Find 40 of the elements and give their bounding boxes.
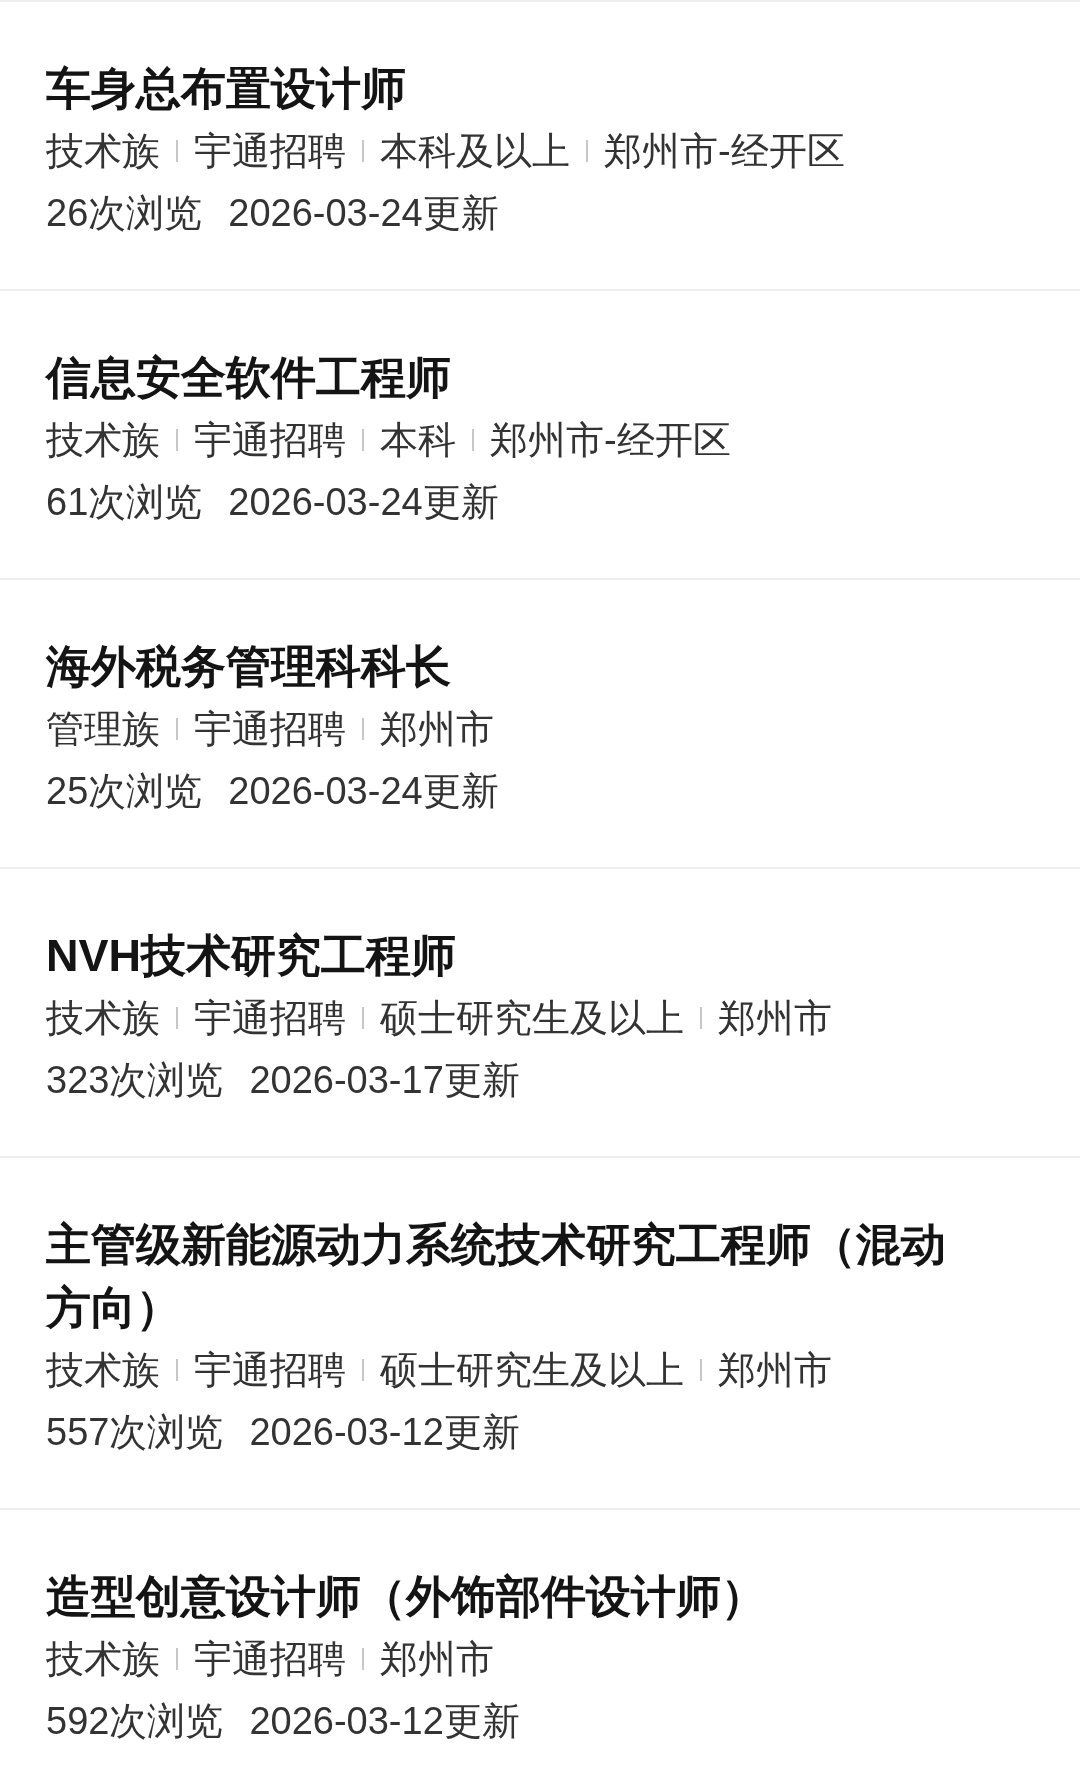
job-title[interactable]: 海外税务管理科科长 (46, 635, 1034, 698)
view-count: 592次浏览 (46, 1698, 224, 1744)
job-tag: 硕士研究生及以上 (380, 992, 684, 1044)
update-date: 2026-03-24更新 (228, 479, 499, 525)
job-tag: 宇通招聘 (194, 992, 346, 1044)
job-title[interactable]: 信息安全软件工程师 (46, 346, 1034, 409)
job-tag: 郑州市 (380, 703, 494, 755)
view-count: 25次浏览 (46, 768, 203, 814)
job-tag: 技术族 (46, 414, 160, 466)
job-tag: 郑州市-经开区 (604, 125, 845, 177)
job-tag: 宇通招聘 (194, 1633, 346, 1685)
update-date: 2026-03-17更新 (249, 1057, 520, 1103)
job-tag: 技术族 (46, 992, 160, 1044)
job-tag: 技术族 (46, 1344, 160, 1396)
job-tag: 技术族 (46, 125, 160, 177)
update-date: 2026-03-12更新 (249, 1409, 520, 1455)
job-tag: 宇通招聘 (194, 703, 346, 755)
job-tag: 郑州市 (718, 1344, 832, 1396)
update-date: 2026-03-12更新 (249, 1698, 520, 1744)
job-title[interactable]: 主管级新能源动力系统技术研究工程师（混动方向） (46, 1213, 1034, 1339)
job-tag: 郑州市-经开区 (490, 414, 731, 466)
job-tag: 本科及以上 (380, 125, 570, 177)
job-tag: 郑州市 (380, 1633, 494, 1685)
job-tag: 技术族 (46, 1633, 160, 1685)
view-count: 26次浏览 (46, 190, 203, 236)
view-count: 61次浏览 (46, 479, 203, 525)
job-title[interactable]: NVH技术研究工程师 (46, 924, 1034, 987)
job-tag: 郑州市 (718, 992, 832, 1044)
job-tag: 宇通招聘 (194, 1344, 346, 1396)
job-title[interactable]: 车身总布置设计师 (46, 57, 1034, 120)
job-tag: 本科 (380, 414, 456, 466)
job-tag: 宇通招聘 (194, 414, 346, 466)
job-tag: 宇通招聘 (194, 125, 346, 177)
job-tag: 硕士研究生及以上 (380, 1344, 684, 1396)
view-count: 557次浏览 (46, 1409, 224, 1455)
job-tag: 管理族 (46, 703, 160, 755)
update-date: 2026-03-24更新 (228, 768, 499, 814)
update-date: 2026-03-24更新 (228, 190, 499, 236)
view-count: 323次浏览 (46, 1057, 224, 1103)
job-title[interactable]: 造型创意设计师（外饰部件设计师） (46, 1565, 1034, 1628)
